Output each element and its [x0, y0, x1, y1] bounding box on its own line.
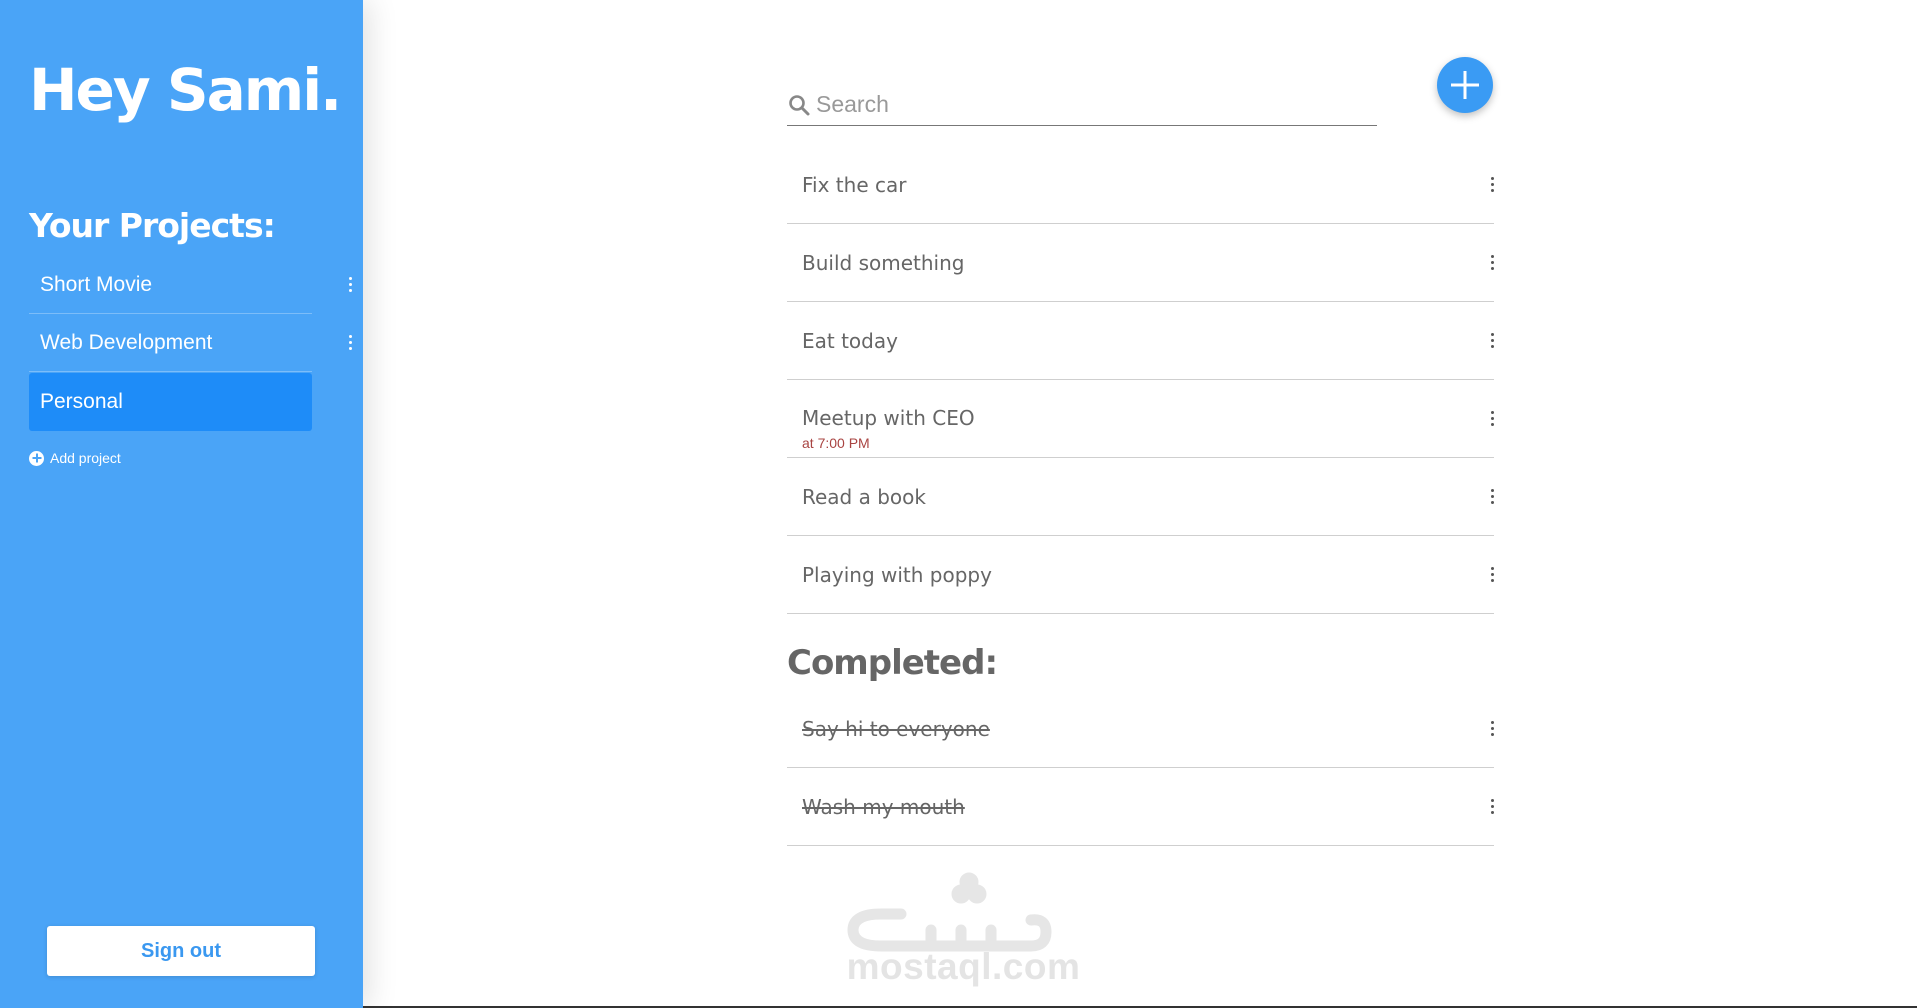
- more-vertical-icon[interactable]: [1486, 172, 1498, 198]
- main-content: Fix the car Build something Eat today Me…: [363, 0, 1917, 1008]
- task-time: at 7:00 PM: [802, 435, 870, 451]
- task-title: Say hi to everyone: [802, 716, 990, 741]
- sign-out-button[interactable]: Sign out: [47, 926, 315, 976]
- task-title: Fix the car: [802, 172, 907, 197]
- more-vertical-icon[interactable]: [1486, 250, 1498, 276]
- task-title: Build something: [802, 250, 965, 275]
- task-list: Fix the car Build something Eat today Me…: [787, 146, 1494, 614]
- add-project-label: Add project: [50, 450, 121, 466]
- project-label: Personal: [40, 390, 123, 413]
- task-title: Wash my mouth: [802, 794, 965, 819]
- more-vertical-icon[interactable]: [1486, 328, 1498, 354]
- project-list: Short Movie Web Development Personal: [29, 256, 360, 431]
- task-title: Playing with poppy: [802, 562, 992, 587]
- sidebar: Hey Sami. Your Projects: Short Movie Web…: [0, 0, 363, 1008]
- task-title: Eat today: [802, 328, 898, 353]
- watermark-text: mostaql.com: [846, 946, 1081, 987]
- task-item[interactable]: Fix the car: [787, 146, 1494, 224]
- add-project-link[interactable]: Add project: [29, 450, 121, 466]
- task-item[interactable]: Build something: [787, 224, 1494, 302]
- completed-task-list: Say hi to everyone Wash my mouth: [787, 690, 1494, 846]
- completed-task-item[interactable]: Say hi to everyone: [787, 690, 1494, 768]
- task-item[interactable]: Meetup with CEO at 7:00 PM: [787, 380, 1494, 458]
- task-item[interactable]: Eat today: [787, 302, 1494, 380]
- more-vertical-icon[interactable]: [344, 331, 356, 355]
- greeting-title: Hey Sami.: [29, 56, 342, 124]
- task-item[interactable]: Read a book: [787, 458, 1494, 536]
- project-label: Short Movie: [40, 272, 153, 296]
- project-label: Web Development: [40, 330, 213, 354]
- project-item-personal[interactable]: Personal: [29, 373, 312, 431]
- more-vertical-icon[interactable]: [1486, 562, 1498, 588]
- more-vertical-icon[interactable]: [1486, 484, 1498, 510]
- search-icon: [789, 95, 810, 116]
- task-item[interactable]: Playing with poppy: [787, 536, 1494, 614]
- search-input[interactable]: [816, 88, 1356, 120]
- completed-task-item[interactable]: Wash my mouth: [787, 768, 1494, 846]
- search-bar: [787, 84, 1377, 126]
- more-vertical-icon[interactable]: [1486, 794, 1498, 820]
- task-title: Read a book: [802, 484, 926, 509]
- completed-heading: Completed:: [787, 643, 998, 683]
- more-vertical-icon[interactable]: [1486, 406, 1498, 432]
- more-vertical-icon[interactable]: [1486, 716, 1498, 742]
- project-item-web-development[interactable]: Web Development: [29, 314, 352, 372]
- projects-heading: Your Projects:: [29, 206, 276, 245]
- plus-circle-icon: [29, 450, 44, 466]
- add-task-button[interactable]: [1437, 57, 1493, 113]
- project-item-short-movie[interactable]: Short Movie: [29, 256, 352, 314]
- more-vertical-icon[interactable]: [344, 273, 356, 297]
- task-title: Meetup with CEO: [802, 406, 975, 430]
